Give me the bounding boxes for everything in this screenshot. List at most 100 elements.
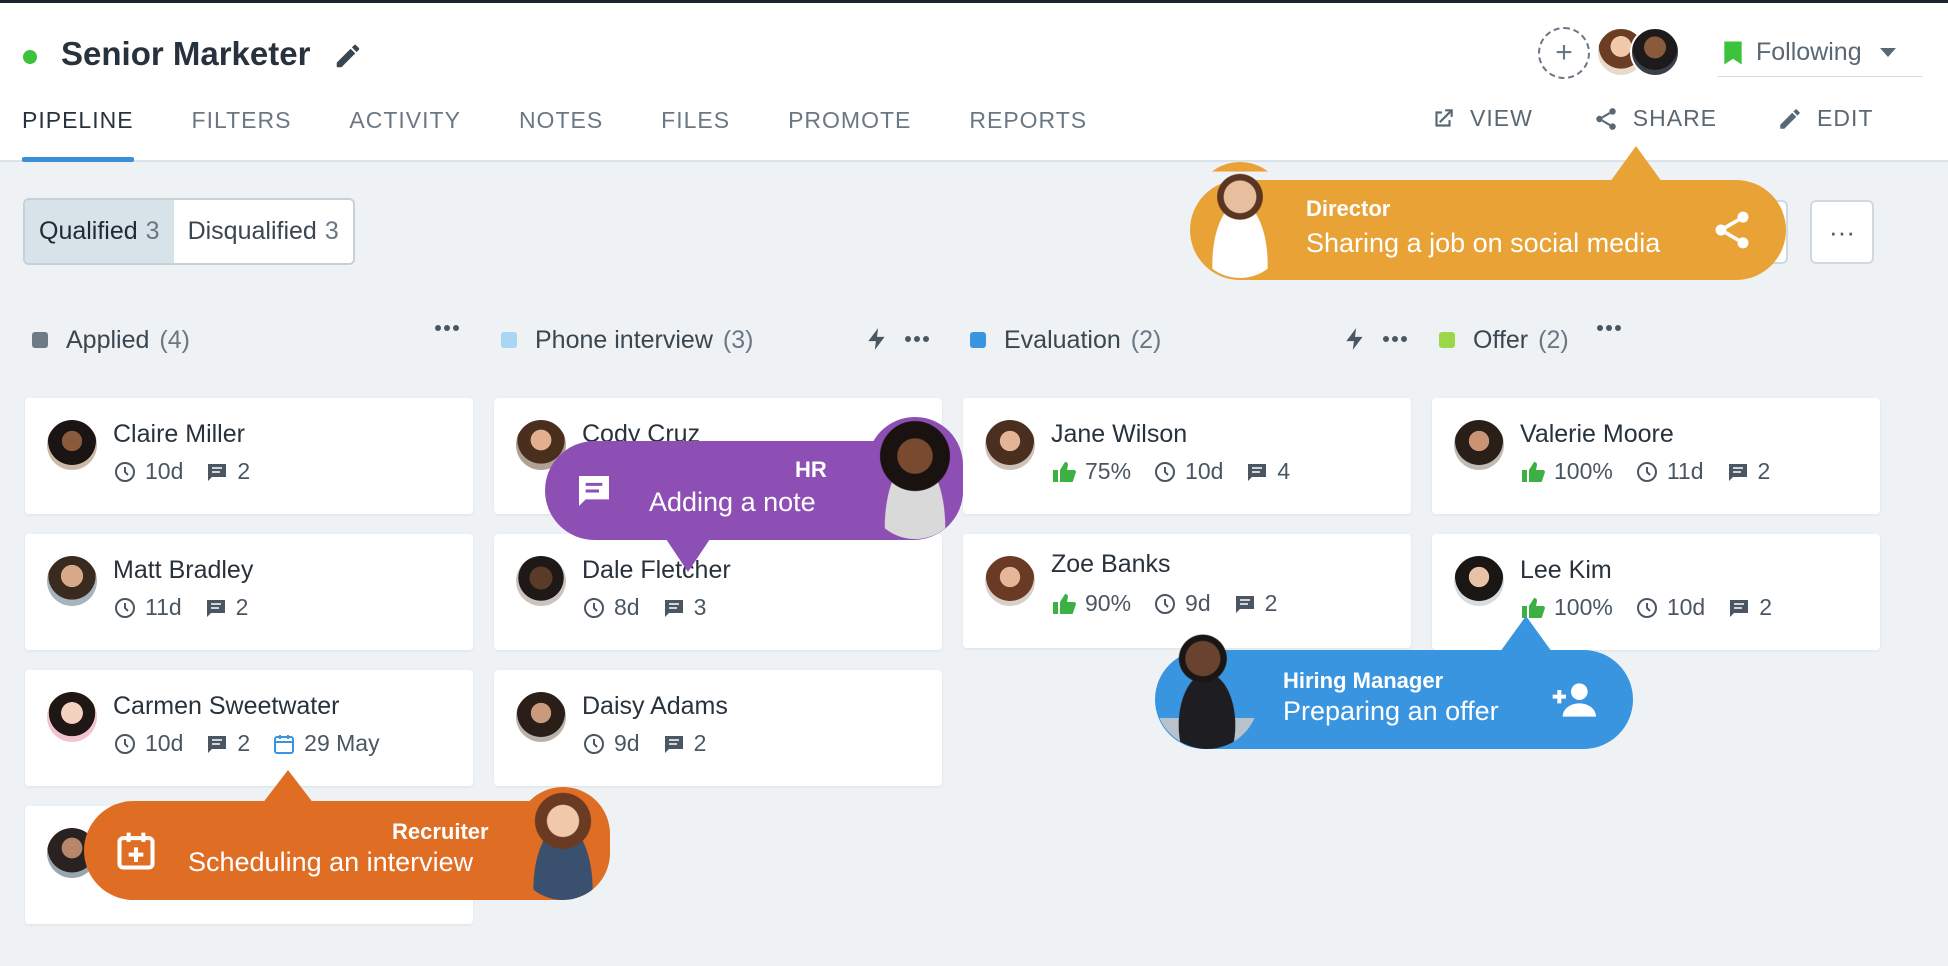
callout-pointer (664, 536, 712, 572)
column-name: Applied (66, 325, 150, 354)
time-in-stage: 10d (1666, 594, 1706, 620)
tab-reports[interactable]: REPORTS (969, 107, 1087, 165)
avatar (985, 420, 1035, 470)
external-link-icon (1435, 108, 1453, 127)
candidate-card[interactable]: Valerie Moore 100% 11d 2 (1432, 398, 1880, 514)
hiring-manager-photo (1155, 630, 1259, 749)
candidate-meta: 90% 9d 2 (1051, 590, 1291, 617)
more-icon[interactable] (1382, 335, 1408, 343)
score: 100% (1554, 458, 1613, 484)
comment-icon (208, 735, 227, 753)
pencil-icon (1780, 108, 1800, 129)
candidate-card[interactable]: Carmen Sweetwater 10d 2 29 May (25, 670, 473, 786)
clock-icon (584, 597, 604, 618)
avatar (1454, 556, 1504, 606)
qualified-count: 3 (145, 217, 160, 245)
note-count: 2 (237, 458, 251, 484)
add-user-icon (1552, 683, 1596, 717)
following-dropdown[interactable]: Following (1718, 29, 1922, 77)
tab-promote[interactable]: PROMOTE (788, 107, 911, 165)
chevron-down-icon (1879, 48, 1896, 57)
thumbs-up-icon (1053, 593, 1076, 614)
avatar[interactable] (1630, 27, 1680, 77)
disqualified-count: 3 (324, 217, 339, 245)
more-icon: ··· (1829, 216, 1855, 247)
time-in-stage: 9d (614, 730, 640, 756)
edit-button[interactable]: EDIT (1777, 105, 1873, 132)
pencil-icon[interactable] (333, 41, 363, 71)
column-count: (2) (1130, 325, 1162, 354)
column-count: (2) (1538, 325, 1569, 354)
candidate-card[interactable]: Matt Bradley 11d 2 (25, 534, 473, 650)
tab-filters[interactable]: FILTERS (192, 107, 292, 165)
candidate-name: Zoe Banks (1051, 550, 1171, 578)
clock-icon (115, 597, 135, 618)
thumbs-up-icon (1522, 461, 1545, 482)
tab-activity[interactable]: ACTIVITY (349, 107, 461, 165)
candidate-meta: 10d 2 (113, 458, 264, 485)
tab-pipeline[interactable]: PIPELINE (22, 107, 134, 165)
lightning-icon[interactable] (864, 324, 890, 354)
thumbs-up-icon (1053, 461, 1076, 482)
qualified-segment[interactable]: Qualified 3 (25, 200, 174, 263)
clock-icon (1636, 461, 1657, 482)
more-icon[interactable] (904, 335, 930, 343)
comment-icon (664, 599, 683, 617)
candidate-meta: 11d 2 (113, 594, 262, 621)
time-in-stage: 11d (145, 594, 182, 620)
share-icon (1596, 107, 1616, 130)
note-count: 2 (235, 594, 249, 620)
note-count: 4 (1277, 458, 1291, 484)
comment-icon (208, 463, 227, 481)
tab-notes[interactable]: NOTES (519, 107, 603, 165)
clock-icon (1155, 593, 1176, 614)
column-count: (4) (159, 325, 190, 354)
disqualified-segment[interactable]: Disqualified 3 (173, 200, 353, 263)
candidate-card[interactable]: Jane Wilson 75% 10d 4 (963, 398, 1411, 514)
director-photo (1194, 162, 1286, 278)
candidate-name: Jane Wilson (1051, 420, 1188, 448)
more-icon[interactable] (434, 324, 460, 332)
candidate-meta: 100% 10d 2 (1520, 594, 1786, 621)
candidate-card[interactable]: Zoe Banks 90% 9d 2 (963, 534, 1411, 648)
stage-color-square (501, 332, 517, 348)
more-icon[interactable] (1596, 324, 1622, 332)
view-button[interactable]: VIEW (1430, 105, 1533, 132)
bookmark-icon (1724, 40, 1742, 65)
qualified-label: Qualified (39, 217, 138, 245)
callout-role: Director (1306, 196, 1391, 221)
column-tools (864, 324, 930, 354)
share-icon (1715, 211, 1749, 249)
candidate-card[interactable]: Daisy Adams 9d 2 (494, 670, 942, 786)
avatar (47, 556, 97, 606)
lightning-icon[interactable] (1342, 324, 1368, 354)
note-count: 3 (693, 594, 707, 620)
note-count: 2 (237, 730, 251, 756)
callout-role: Recruiter (392, 819, 489, 844)
hr-photo (867, 417, 963, 539)
candidate-meta: 8d 3 (582, 594, 720, 621)
column-header-evaluation: Evaluation (2) (970, 324, 1161, 356)
avatar (47, 692, 97, 742)
plus-icon: + (1555, 36, 1573, 69)
comment-icon (579, 476, 609, 506)
candidate-card[interactable]: Dale Fletcher 8d 3 (494, 534, 942, 650)
add-member-button[interactable]: + (1538, 27, 1590, 79)
note-count: 2 (1759, 594, 1772, 620)
column-tools (1596, 324, 1622, 332)
time-in-stage: 10d (145, 730, 184, 756)
more-options-button[interactable]: ··· (1810, 200, 1874, 264)
candidate-name: Lee Kim (1520, 556, 1612, 584)
comment-icon (1728, 463, 1747, 481)
column-count: (3) (722, 325, 754, 354)
tab-files[interactable]: FILES (661, 107, 730, 165)
calendar-icon (274, 734, 295, 754)
avatar (1454, 420, 1504, 470)
candidate-card[interactable]: Claire Miller 10d 2 (25, 398, 473, 514)
share-button[interactable]: SHARE (1593, 105, 1717, 132)
column-header-applied: Applied (4) (32, 324, 190, 356)
note-count: 2 (1757, 458, 1771, 484)
candidate-name: Valerie Moore (1520, 420, 1674, 448)
candidate-name: Carmen Sweetwater (113, 692, 340, 720)
hr-callout: HR Adding a note (545, 417, 963, 540)
